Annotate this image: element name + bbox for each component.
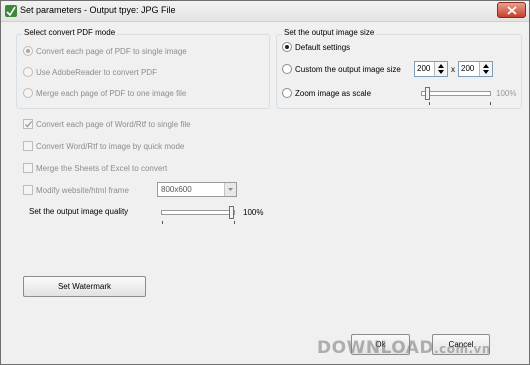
- checkbox-icon[interactable]: [23, 185, 33, 195]
- spinner-arrows-icon[interactable]: [479, 62, 492, 76]
- slider-tick: [429, 102, 430, 105]
- height-value: 200: [461, 64, 475, 73]
- checkbox-checked-icon[interactable]: [23, 119, 33, 129]
- times-sign: x: [451, 65, 455, 74]
- checkbox-icon[interactable]: [23, 141, 33, 151]
- app-icon: [5, 5, 17, 17]
- radio-icon[interactable]: [23, 88, 33, 98]
- radio-icon[interactable]: [23, 67, 33, 77]
- frame-size-value: 800x600: [161, 185, 192, 194]
- set-watermark-button[interactable]: Set Watermark: [23, 276, 146, 297]
- slider-tick: [162, 221, 163, 224]
- zoom-value: 100%: [496, 89, 517, 98]
- quality-slider-track[interactable]: [161, 210, 235, 215]
- download-watermark-logo: DOWNLOAD.com.vn: [317, 338, 491, 358]
- pdf-mode-legend: Select convert PDF mode: [22, 28, 118, 37]
- chevron-down-icon[interactable]: [224, 183, 236, 196]
- checkbox-icon[interactable]: [23, 163, 33, 173]
- slider-tick: [490, 102, 491, 105]
- zoom-slider-thumb[interactable]: [425, 87, 430, 100]
- height-spinner[interactable]: 200: [458, 61, 493, 77]
- frame-size-select[interactable]: 800x600: [157, 182, 237, 197]
- spinner-arrows-icon[interactable]: [434, 62, 447, 76]
- output-size-legend: Set the output image size: [282, 28, 377, 37]
- title-bar[interactable]: Set parameters - Output tpye: JPG File: [1, 1, 529, 22]
- width-spinner[interactable]: 200: [414, 61, 448, 77]
- window-title: Set parameters - Output tpye: JPG File: [20, 5, 176, 15]
- quality-label: Set the output image quality: [29, 207, 129, 216]
- dialog-window: Set parameters - Output tpye: JPG File S…: [0, 0, 530, 365]
- close-icon: [507, 6, 517, 15]
- radio-icon[interactable]: [282, 64, 292, 74]
- radio-icon[interactable]: [23, 46, 33, 56]
- slider-tick: [234, 221, 235, 224]
- radio-icon[interactable]: [282, 88, 292, 98]
- close-button[interactable]: [497, 2, 526, 18]
- width-value: 200: [417, 64, 431, 73]
- zoom-slider-track[interactable]: [421, 91, 491, 96]
- radio-icon[interactable]: [282, 42, 292, 52]
- quality-slider-thumb[interactable]: [229, 206, 234, 219]
- quality-value: 100%: [243, 208, 264, 217]
